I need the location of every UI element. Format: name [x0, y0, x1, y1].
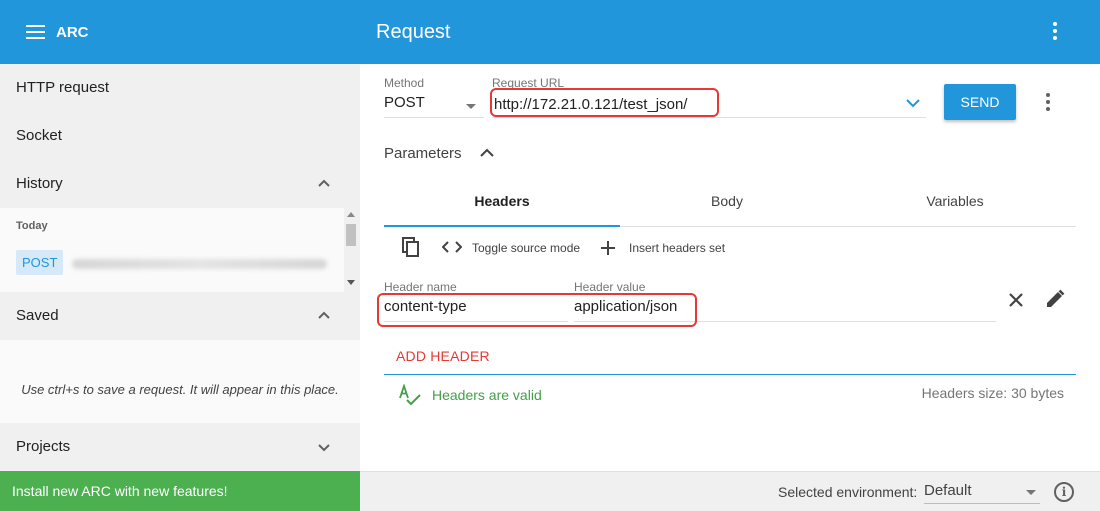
request-toolbar: Request	[360, 0, 1100, 64]
tab-headers[interactable]: Headers	[384, 184, 620, 228]
history-panel: Today POST	[0, 208, 344, 292]
tab-body[interactable]: Body	[620, 184, 834, 228]
request-panel: Method POST Request URL http://172.21.0.…	[360, 64, 1100, 471]
sidebar-item-label: Saved	[16, 307, 59, 324]
sidebar-item-saved[interactable]: Saved	[0, 292, 360, 340]
plus-icon	[601, 241, 615, 255]
saved-panel: Use ctrl+s to save a request. It will ap…	[0, 340, 360, 423]
dropdown-arrow-icon	[1026, 490, 1036, 495]
scroll-up-arrow-icon[interactable]	[347, 212, 355, 217]
app-toolbar: ARC	[0, 0, 360, 64]
more-vert-icon[interactable]	[1044, 93, 1052, 113]
chevron-up-icon[interactable]	[480, 148, 494, 158]
sidebar-item-projects[interactable]: Projects	[0, 423, 360, 471]
dropdown-arrow-icon	[466, 104, 476, 109]
scroll-down-arrow-icon[interactable]	[347, 280, 355, 285]
chevron-down-icon[interactable]	[318, 441, 330, 453]
url-value: http://172.21.0.121/test_json/	[494, 96, 688, 113]
scroll-thumb[interactable]	[346, 224, 356, 246]
sidebar-item-label: Projects	[16, 438, 71, 455]
sidebar: HTTP request Socket History Today POST S…	[0, 64, 360, 471]
method-select[interactable]: POST	[384, 94, 484, 118]
send-button[interactable]: SEND	[944, 84, 1016, 120]
method-label: Method	[384, 76, 425, 90]
info-icon[interactable]: i	[1054, 482, 1074, 502]
install-banner[interactable]: Install new ARC with new features!	[0, 471, 360, 511]
menu-icon[interactable]	[26, 25, 45, 39]
headers-size-text: Headers size: 30 bytes	[921, 385, 1064, 401]
env-value: Default	[924, 482, 972, 499]
sidebar-item-http-request[interactable]: HTTP request	[0, 64, 360, 112]
toggle-source-label: Toggle source mode	[472, 241, 581, 255]
chevron-down-icon[interactable]	[906, 98, 920, 108]
headers-toolbar: Toggle source mode Insert headers set	[384, 232, 1076, 264]
page-title: Request	[376, 21, 451, 43]
code-icon	[442, 241, 462, 253]
header-name-label: Header name	[384, 280, 457, 294]
headers-valid-text: Headers are valid	[432, 387, 542, 403]
header-value-input[interactable]: application/json	[574, 298, 996, 322]
history-url-redacted	[72, 259, 327, 269]
method-value: POST	[384, 94, 425, 111]
insert-headers-button[interactable]: Insert headers set	[600, 232, 730, 264]
sidebar-item-history[interactable]: History	[0, 160, 360, 208]
history-group-label: Today	[16, 220, 48, 232]
parameters-toggle[interactable]: Parameters	[384, 145, 462, 162]
header-name-value: content-type	[384, 298, 467, 315]
pencil-icon[interactable]	[1044, 288, 1066, 310]
tab-variables[interactable]: Variables	[834, 184, 1076, 228]
chevron-up-icon[interactable]	[318, 310, 330, 322]
header-name-input[interactable]: content-type	[384, 298, 568, 322]
history-entry[interactable]: POST	[16, 250, 336, 278]
chevron-up-icon[interactable]	[318, 178, 330, 190]
more-vert-icon[interactable]	[1048, 22, 1062, 42]
insert-headers-label: Insert headers set	[629, 241, 726, 255]
add-header-button[interactable]: ADD HEADER	[396, 348, 490, 364]
sidebar-item-label: History	[16, 175, 63, 192]
method-badge: POST	[16, 250, 64, 275]
spellcheck-icon	[399, 384, 421, 406]
url-label: Request URL	[492, 76, 565, 90]
active-tab-indicator	[384, 225, 620, 227]
url-input[interactable]: http://172.21.0.121/test_json/	[492, 94, 926, 118]
toggle-source-button[interactable]: Toggle source mode	[442, 232, 582, 264]
saved-hint: Use ctrl+s to save a request. It will ap…	[21, 382, 339, 397]
validation-divider	[384, 374, 1076, 375]
history-scrollbar[interactable]	[344, 208, 358, 292]
close-icon[interactable]	[1006, 290, 1026, 310]
header-value-label: Header value	[574, 280, 646, 294]
app-title: ARC	[56, 24, 89, 41]
status-bar: Selected environment: Default i	[360, 471, 1100, 511]
sidebar-item-socket[interactable]: Socket	[0, 112, 360, 160]
env-label: Selected environment:	[778, 484, 918, 500]
params-tabs: Headers Body Variables	[384, 184, 1076, 228]
header-value-value: application/json	[574, 298, 678, 315]
copy-icon[interactable]	[400, 232, 422, 264]
environment-select[interactable]: Default	[924, 480, 1040, 504]
